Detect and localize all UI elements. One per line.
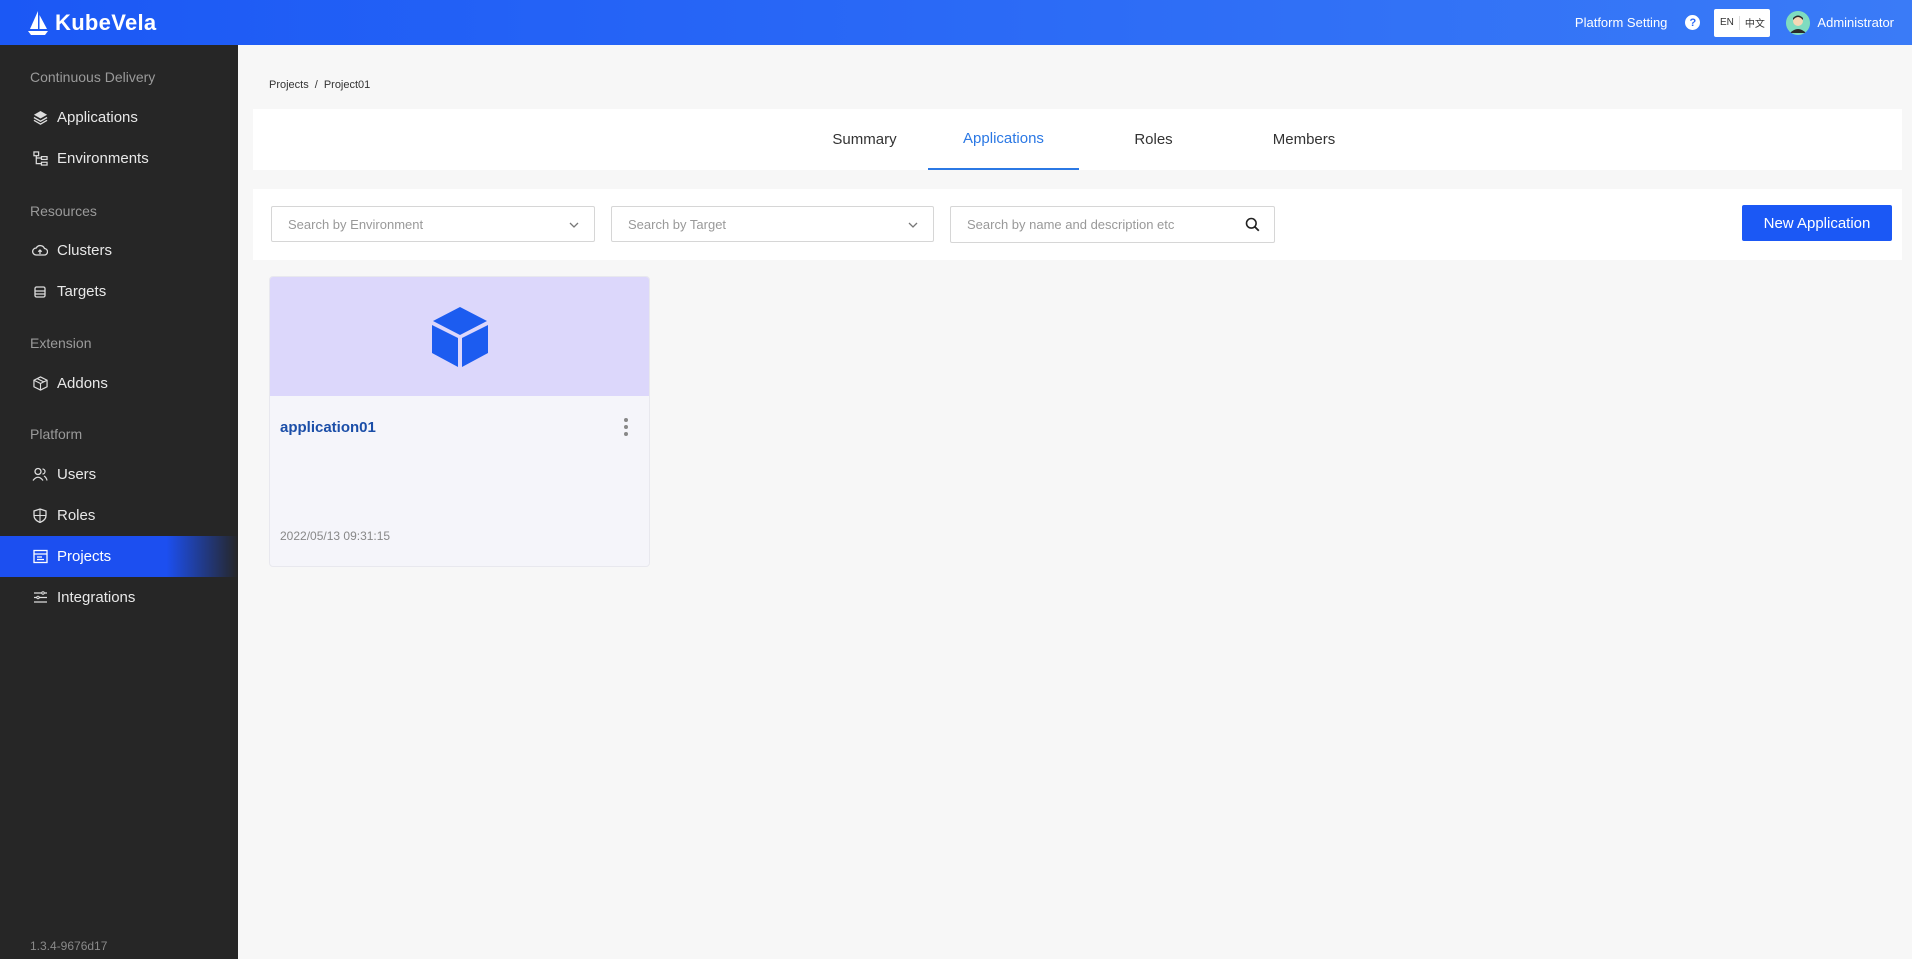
- breadcrumb-current: Project01: [323, 79, 371, 91]
- sidebar-item-label: Projects: [57, 548, 112, 565]
- filter-bar: Search by Environment Search by Target N…: [253, 189, 1902, 260]
- platform-setting-link[interactable]: Platform Setting: [1575, 15, 1668, 30]
- top-bar: KubeVela Platform Setting ? EN 中文 Admini…: [0, 0, 1912, 45]
- search-icon[interactable]: [1245, 217, 1260, 232]
- sidebar-item-label: Addons: [57, 375, 108, 392]
- shield-icon: [32, 508, 48, 524]
- sidebar-item-users[interactable]: Users: [0, 454, 238, 495]
- cube-icon: [431, 306, 488, 367]
- nav-group-continuous-delivery: Continuous Delivery: [30, 69, 156, 85]
- sidebar-item-projects[interactable]: Projects: [0, 536, 238, 577]
- sidebar-item-environments[interactable]: Environments: [0, 138, 238, 179]
- environment-tree-icon: [32, 151, 48, 167]
- server-icon: [32, 284, 48, 300]
- target-select-placeholder: Search by Target: [628, 216, 727, 232]
- project-board-icon: [32, 549, 48, 565]
- avatar[interactable]: [1786, 10, 1811, 35]
- language-switch[interactable]: EN 中文: [1714, 8, 1771, 37]
- sidebar-item-roles[interactable]: Roles: [0, 495, 238, 536]
- sidebar-item-label: Applications: [57, 109, 138, 126]
- application-name[interactable]: application01: [280, 419, 376, 436]
- cloud-upload-icon: [32, 243, 48, 259]
- lang-divider: [1738, 15, 1740, 30]
- more-vertical-icon[interactable]: [621, 416, 631, 438]
- brand-logo[interactable]: KubeVela: [27, 10, 156, 36]
- nav-group-resources: Resources: [30, 203, 97, 219]
- chevron-down-icon: [569, 222, 579, 228]
- more-dot: [624, 432, 628, 436]
- application-card[interactable]: application01 2022/05/13 09:31:15: [269, 276, 650, 567]
- username[interactable]: Administrator: [1817, 15, 1894, 30]
- new-application-button[interactable]: New Application: [1742, 205, 1892, 241]
- help-icon[interactable]: ?: [1685, 15, 1701, 30]
- sidebar-item-applications[interactable]: Applications: [0, 97, 238, 138]
- breadcrumb-separator: /: [314, 79, 318, 91]
- sidebar-item-label: Clusters: [57, 242, 113, 259]
- tab-summary[interactable]: Summary: [809, 109, 920, 170]
- sidebar-item-label: Users: [57, 466, 97, 483]
- sidebar-item-label: Targets: [57, 283, 107, 300]
- tab-roles[interactable]: Roles: [1088, 109, 1219, 170]
- search-input[interactable]: [951, 217, 1231, 232]
- sidebar-item-label: Integrations: [57, 589, 136, 606]
- sidebar-item-label: Environments: [57, 150, 149, 167]
- layers-icon: [32, 110, 48, 126]
- breadcrumb-projects[interactable]: Projects: [269, 79, 309, 91]
- sidebar-item-addons[interactable]: Addons: [0, 363, 238, 404]
- lang-en-option[interactable]: EN: [1720, 17, 1734, 28]
- sidebar-item-clusters[interactable]: Clusters: [0, 230, 238, 271]
- chevron-down-icon: [908, 222, 918, 228]
- tab-members[interactable]: Members: [1237, 109, 1371, 170]
- environment-select[interactable]: Search by Environment: [271, 206, 595, 242]
- user-avatar-icon: [1786, 10, 1811, 35]
- package-icon: [32, 376, 48, 392]
- brand-name: KubeVela: [55, 9, 157, 35]
- project-tabs: Summary Applications Roles Members: [253, 109, 1902, 170]
- search-box[interactable]: [950, 206, 1275, 243]
- sidebar: Continuous Delivery Applications Environ…: [0, 45, 238, 959]
- sidebar-item-targets[interactable]: Targets: [0, 271, 238, 312]
- environment-select-placeholder: Search by Environment: [288, 216, 424, 232]
- version-label: 1.3.4-9676d17: [30, 939, 108, 953]
- sidebar-item-integrations[interactable]: Integrations: [0, 577, 238, 618]
- application-created-time: 2022/05/13 09:31:15: [280, 529, 391, 543]
- tab-applications[interactable]: Applications: [928, 109, 1079, 170]
- more-dot: [624, 425, 628, 429]
- lang-zh-option[interactable]: 中文: [1745, 15, 1765, 30]
- breadcrumb: Projects / Project01: [269, 79, 370, 91]
- sidebar-item-label: Roles: [57, 507, 96, 524]
- users-icon: [32, 467, 48, 483]
- nav-group-platform: Platform: [30, 426, 83, 442]
- sailboat-icon: [28, 10, 48, 35]
- nav-group-extension: Extension: [30, 335, 92, 351]
- application-card-banner: [270, 277, 649, 396]
- more-dot: [624, 418, 628, 422]
- target-select[interactable]: Search by Target: [611, 206, 934, 242]
- list-icon: [32, 590, 48, 606]
